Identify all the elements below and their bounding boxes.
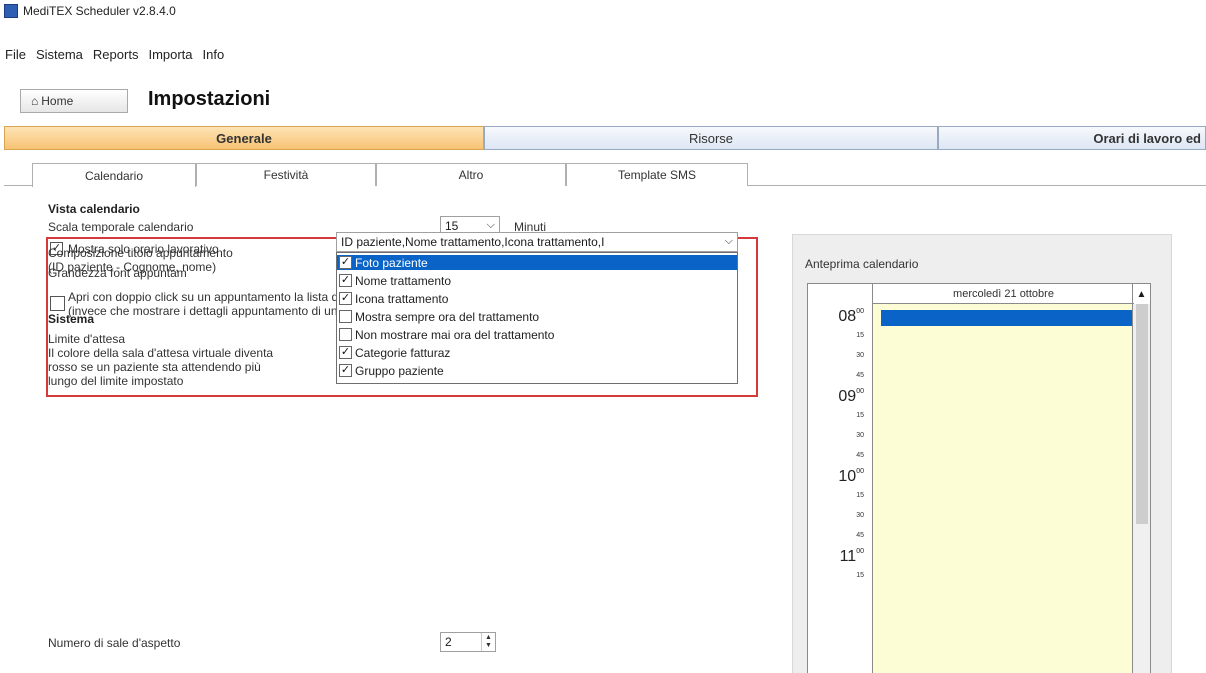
minute-label: 15	[856, 492, 864, 499]
hour-label: 0900	[838, 388, 864, 405]
chevron-down-icon: ⌵	[724, 235, 733, 247]
option-checkbox[interactable]	[339, 328, 352, 341]
wait-limit-desc-2: rosso se un paziente sta attendendo più	[48, 360, 261, 374]
minute-label: 30	[856, 352, 864, 359]
minute-label: 15	[856, 572, 864, 579]
appt-title-combo-value: ID paziente,Nome trattamento,Icona tratt…	[341, 235, 605, 249]
home-icon: ⌂	[31, 94, 39, 108]
wait-limit-desc-1: Il colore della sala d'attesa virtuale d…	[48, 346, 274, 360]
option-label: Non mostrare mai ora del trattamento	[355, 327, 555, 342]
option-checkbox[interactable]: ✓	[339, 256, 352, 269]
minute-label: 45	[856, 372, 864, 379]
menu-info[interactable]: Info	[198, 47, 230, 62]
option-checkbox[interactable]: ✓	[339, 274, 352, 287]
app-window: MediTEX Scheduler v2.8.4.0 File Sistema …	[0, 0, 1206, 673]
preview-title: Anteprima calendario	[805, 257, 919, 271]
home-button-label: Home	[41, 94, 74, 108]
waiting-rooms-value: 2	[445, 635, 452, 649]
page-title: Impostazioni	[148, 88, 271, 110]
app-icon	[4, 4, 18, 18]
wait-limit-title: Limite d'attesa	[48, 332, 125, 346]
appt-title-combo[interactable]: ID paziente,Nome trattamento,Icona tratt…	[336, 232, 738, 252]
appt-title-label-2: (ID paziente - Cognome, nome)	[48, 260, 217, 274]
option-nome-trattamento[interactable]: ✓ Nome trattamento	[337, 273, 737, 288]
option-label: Mostra sempre ora del trattamento	[355, 309, 540, 324]
option-mostra-ora[interactable]: Mostra sempre ora del trattamento	[337, 309, 737, 324]
appt-title-dropdown: ✓ Foto paziente ✓ Nome trattamento ✓ Ico…	[336, 252, 738, 384]
calendar-preview: mercoledì 21 ottobre ▲ 0800 15 30 45 090…	[807, 283, 1151, 673]
main-tab-bar: Generale Risorse Orari di lavoro ed	[4, 126, 1206, 150]
option-categorie-fatturaz[interactable]: ✓ Categorie fatturaz	[337, 345, 737, 360]
chevron-down-icon: ⌵	[486, 219, 495, 231]
waiting-rooms-spinner[interactable]: 2 ▲ ▼	[440, 632, 496, 652]
menu-sistema[interactable]: Sistema	[31, 47, 88, 62]
option-label: Foto paziente	[355, 255, 428, 270]
option-label: Icona trattamento	[355, 291, 449, 306]
section-sistema: Sistema	[48, 312, 95, 326]
section-vista-calendario: Vista calendario	[48, 202, 140, 216]
minute-label: 30	[856, 512, 864, 519]
menu-file[interactable]: File	[0, 47, 31, 62]
scale-label: Scala temporale calendario	[48, 220, 194, 234]
wait-limit-desc-3: lungo del limite impostato	[48, 374, 184, 388]
option-foto-paziente[interactable]: ✓ Foto paziente	[337, 255, 737, 270]
calendar-scrollbar[interactable]	[1132, 304, 1150, 673]
sub-tab-bar: Calendario Festività Altro Template SMS	[4, 162, 1206, 187]
menu-bar: File Sistema Reports Importa Info	[0, 44, 229, 64]
minute-label: 15	[856, 412, 864, 419]
hour-label: 1100	[839, 548, 864, 565]
option-gruppo-paziente[interactable]: ✓ Gruppo paziente	[337, 363, 737, 378]
option-checkbox[interactable]	[339, 310, 352, 323]
title-bar: MediTEX Scheduler v2.8.4.0	[0, 0, 1206, 22]
menu-reports[interactable]: Reports	[88, 47, 144, 62]
spin-arrows-icon[interactable]: ▲▼	[481, 633, 495, 651]
minute-label: 30	[856, 432, 864, 439]
minute-label: 45	[856, 532, 864, 539]
tab-generale[interactable]: Generale	[4, 126, 484, 150]
appointment-block[interactable]	[881, 310, 1135, 326]
option-icona-trattamento[interactable]: ✓ Icona trattamento	[337, 291, 737, 306]
waiting-rooms-label: Numero di sale d'aspetto	[48, 636, 181, 650]
tab-festivita[interactable]: Festività	[196, 163, 376, 186]
appt-title-label-1: Composizione titolo appuntamento	[48, 246, 233, 260]
option-checkbox[interactable]: ✓	[339, 364, 352, 377]
window-title: MediTEX Scheduler v2.8.4.0	[23, 4, 176, 18]
day-header: mercoledì 21 ottobre	[872, 284, 1134, 304]
tab-calendario[interactable]: Calendario	[32, 163, 196, 187]
menu-importa[interactable]: Importa	[143, 47, 197, 62]
page-header: ⌂ Home Impostazioni	[0, 82, 1206, 122]
day-column[interactable]	[872, 304, 1135, 673]
calendar-preview-panel: Anteprima calendario mercoledì 21 ottobr…	[792, 234, 1172, 673]
hour-label: 1000	[838, 468, 864, 485]
option-label: Gruppo paziente	[355, 363, 444, 378]
option-label: Categorie fatturaz	[355, 345, 451, 360]
home-button[interactable]: ⌂ Home	[20, 89, 128, 113]
option-label: Nome trattamento	[355, 273, 452, 288]
tab-altro[interactable]: Altro	[376, 163, 566, 186]
hour-label: 0800	[838, 308, 864, 325]
tab-orari-lavoro[interactable]: Orari di lavoro ed	[938, 126, 1206, 150]
option-checkbox[interactable]: ✓	[339, 292, 352, 305]
tab-risorse[interactable]: Risorse	[484, 126, 938, 150]
scroll-up-icon[interactable]: ▲	[1132, 284, 1150, 304]
minute-label: 45	[856, 452, 864, 459]
option-non-mostrare-ora[interactable]: Non mostrare mai ora del trattamento	[337, 327, 737, 342]
scrollbar-thumb[interactable]	[1136, 304, 1148, 524]
minute-label: 15	[856, 332, 864, 339]
time-column: 0800 15 30 45 0900 15 30 45 1000 15 30 4…	[808, 304, 872, 673]
scale-value: 15	[445, 219, 459, 233]
tab-template-sms[interactable]: Template SMS	[566, 163, 748, 186]
option-checkbox[interactable]: ✓	[339, 346, 352, 359]
